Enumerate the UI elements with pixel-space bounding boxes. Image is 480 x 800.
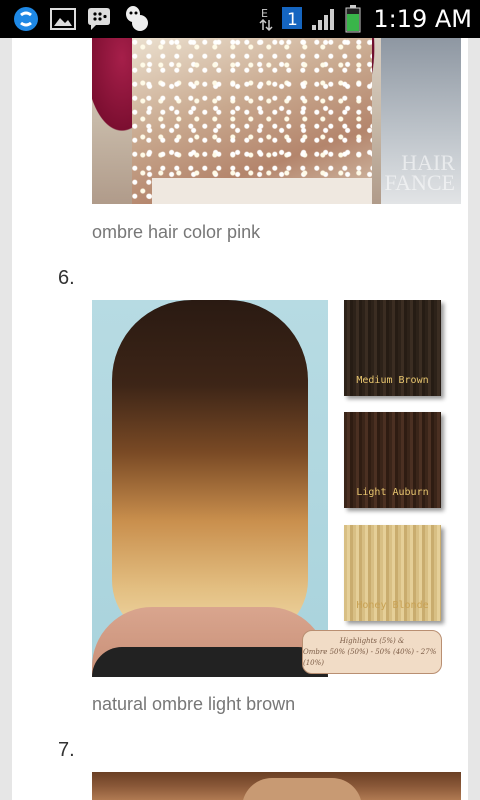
notification-count: 1 <box>287 10 298 30</box>
color-formula-note: Highlights (5%) & Ombre 50% (50%) - 50% … <box>302 630 442 674</box>
caption-natural-ombre: natural ombre light brown <box>92 694 296 714</box>
sync-icon <box>12 5 40 33</box>
caption-ombre-pink: ombre hair color pink <box>92 222 261 242</box>
list-number-6: 6. <box>58 267 75 289</box>
skirt-image <box>152 178 372 204</box>
gallery-icon <box>50 8 76 30</box>
status-bar: E 1 1:19 AM <box>0 0 480 38</box>
app-icon <box>122 5 150 33</box>
ombre-hair-image <box>92 300 328 677</box>
swatch-light-auburn: Light Auburn <box>344 412 441 508</box>
battery-icon <box>345 5 361 33</box>
network-type-icon: E <box>259 6 273 32</box>
watermark: HAIR FANCE <box>384 150 456 195</box>
notification-count-icon: 1 <box>281 6 303 32</box>
web-page[interactable]: HAIR FANCE ombre hair color pink 6. Medi… <box>0 38 480 800</box>
swatch-medium-brown: Medium Brown <box>344 300 441 396</box>
article-card: HAIR FANCE ombre hair color pink 6. Medi… <box>12 38 468 800</box>
natural-ombre-photo[interactable]: Medium Brown Light Auburn Honey Blonde H… <box>92 300 461 677</box>
item-7-photo[interactable] <box>92 772 461 800</box>
clock: 1:19 AM <box>373 5 472 33</box>
signal-icon <box>311 7 337 31</box>
swatch-honey-blonde: Honey Blonde <box>344 525 441 621</box>
bbm-icon <box>86 7 112 31</box>
ombre-pink-photo[interactable]: HAIR FANCE <box>92 38 461 204</box>
svg-text:E: E <box>261 7 268 20</box>
list-number-7: 7. <box>58 739 75 761</box>
